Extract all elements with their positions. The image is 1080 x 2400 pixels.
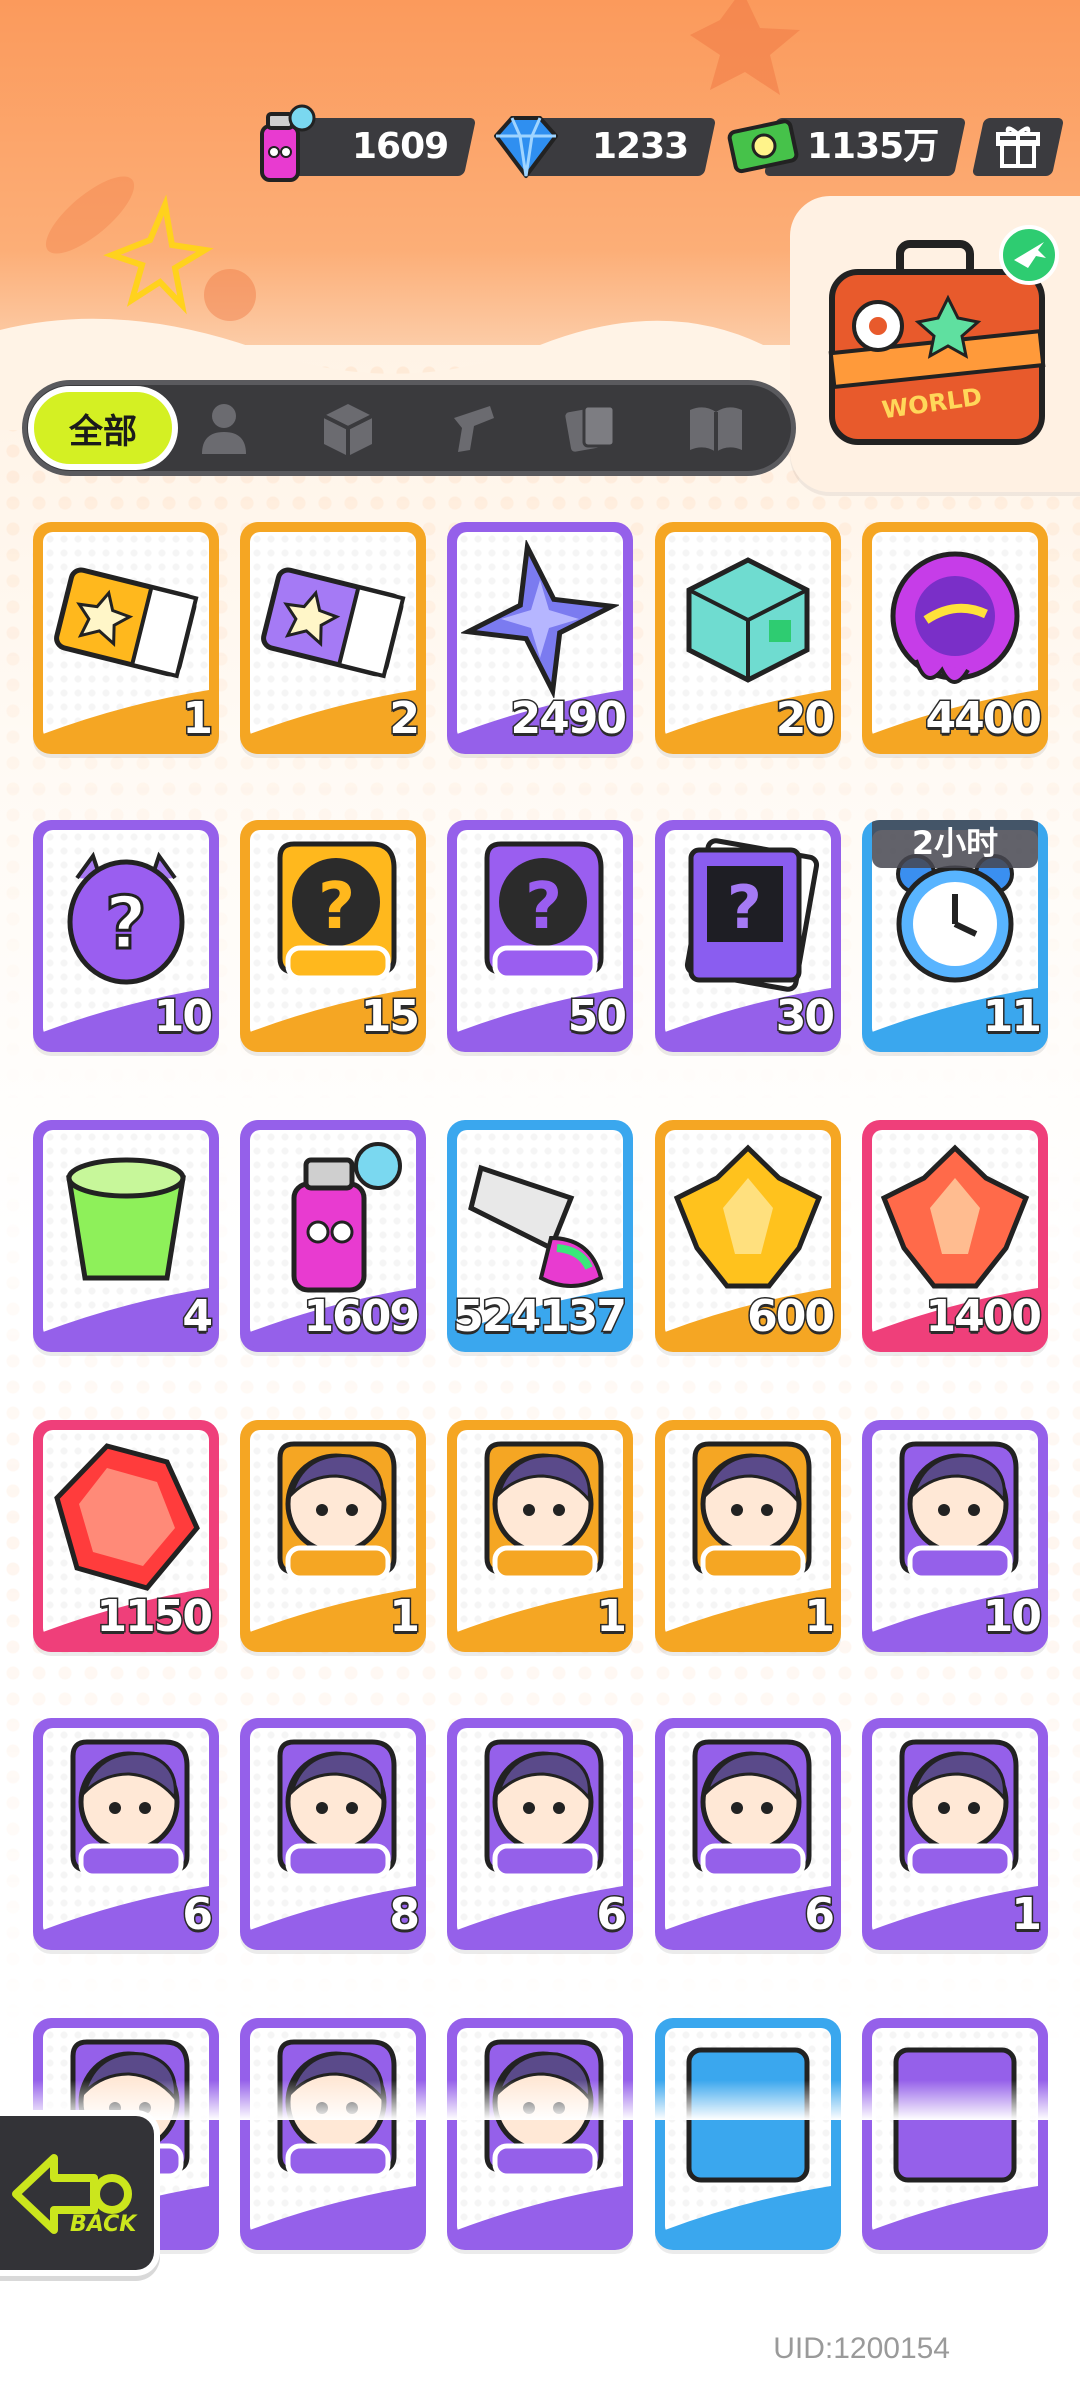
item-card-deity-goggles[interactable]: 6 <box>33 1718 219 1950</box>
item-card-deity-lilac-hair[interactable]: 1 <box>862 1718 1048 1950</box>
svg-text:?: ? <box>105 881 147 965</box>
currency-spray-value: 1609 <box>351 126 448 167</box>
item-card-paint-tube[interactable]: 524137 <box>447 1120 633 1352</box>
currency-cash-value: 1135万 <box>806 126 938 167</box>
item-count: 524137 <box>452 1290 629 1344</box>
plane-badge-icon <box>999 225 1059 285</box>
item-card-red-crystal[interactable]: 1400 <box>862 1120 1048 1352</box>
item-count: 6 <box>181 1888 215 1942</box>
item-count: 1609 <box>302 1290 421 1344</box>
item-count: 1 <box>1010 1888 1044 1942</box>
item-count: 2490 <box>509 692 628 746</box>
tab-all-label: 全部 <box>69 411 137 452</box>
item-count: 10 <box>981 1590 1043 1644</box>
item-count: 10 <box>152 990 214 1044</box>
item-card-deity-dark-hair[interactable]: 6 <box>447 1718 633 1950</box>
item-card-card-partial-4[interactable] <box>655 2018 841 2250</box>
item-card-mystery-egg[interactable]: ? 10 <box>33 820 219 1052</box>
person-icon[interactable] <box>192 396 256 460</box>
item-card-deity-glasses[interactable]: 6 <box>655 1718 841 1950</box>
item-count: 6 <box>595 1888 629 1942</box>
item-count: 1 <box>388 1590 422 1644</box>
item-count: 11 <box>981 990 1043 1044</box>
svg-text:?: ? <box>525 870 562 944</box>
card-stack-icon[interactable] <box>560 396 624 460</box>
item-card-blue-star-gem[interactable]: 2490 <box>447 522 633 754</box>
currency-diamond-value: 1233 <box>591 126 688 167</box>
svg-text:?: ? <box>318 870 355 944</box>
item-count: 6 <box>803 1888 837 1942</box>
back-button[interactable]: BACK <box>0 2110 160 2276</box>
uid-label: UID:1200154 <box>773 2332 950 2365</box>
gift-box-icon <box>996 126 1040 168</box>
back-label: BACK <box>70 2212 137 2237</box>
item-card-gold-mystery-badge[interactable]: ? 15 <box>240 820 426 1052</box>
item-count: 1 <box>595 1590 629 1644</box>
item-card-purple-ticket[interactable]: 2 <box>240 522 426 754</box>
item-card-deity-green-face[interactable]: 8 <box>240 1718 426 1950</box>
item-card-gold-ticket[interactable]: 1 <box>33 522 219 754</box>
item-card-cool-disc[interactable]: 4400 <box>862 522 1048 754</box>
item-card-travel-mystery-card[interactable]: ? 30 <box>655 820 841 1052</box>
item-count: 1400 <box>924 1290 1043 1344</box>
item-count: 30 <box>774 990 836 1044</box>
item-card-gold-crystal[interactable]: 600 <box>655 1120 841 1352</box>
item-count: 50 <box>566 990 628 1044</box>
item-card-card-partial-5[interactable] <box>862 2018 1048 2250</box>
item-count: 1150 <box>95 1590 214 1644</box>
item-card-deity-purple-hair[interactable]: 10 <box>862 1420 1048 1652</box>
item-card-purple-mystery-badge[interactable]: ? 50 <box>447 820 633 1052</box>
item-count: 4 <box>181 1290 215 1344</box>
item-count: 2 <box>388 692 422 746</box>
item-count: 600 <box>746 1290 837 1344</box>
item-count: 15 <box>359 990 421 1044</box>
item-count: 20 <box>774 692 836 746</box>
travel-case-button[interactable]: WORLD <box>790 196 1080 492</box>
item-card-deity-blonde[interactable]: 1 <box>655 1420 841 1652</box>
item-count: 1 <box>181 692 215 746</box>
item-timer: 2小时 <box>872 820 1038 868</box>
item-card-color-block-cube[interactable]: 20 <box>655 522 841 754</box>
item-card-green-drink[interactable]: 4 <box>33 1120 219 1352</box>
item-card-deity-partial-3[interactable] <box>447 2018 633 2250</box>
grid-fade <box>0 2080 1080 2120</box>
item-card-alarm-clock[interactable]: 2小时 11 <box>862 820 1048 1052</box>
spray-can-icon <box>260 104 316 182</box>
item-card-red-gem[interactable]: 1150 <box>33 1420 219 1652</box>
box-icon[interactable] <box>316 396 380 460</box>
item-card-spray-can[interactable]: 1609 <box>240 1120 426 1352</box>
item-count: 1 <box>803 1590 837 1644</box>
item-count: 4400 <box>924 692 1043 746</box>
tab-all[interactable]: 全部 <box>28 386 178 470</box>
cash-icon <box>727 119 799 174</box>
item-card-deity-orange-hair[interactable]: 1 <box>447 1420 633 1652</box>
item-card-deity-partial-2[interactable] <box>240 2018 426 2250</box>
item-card-deity-blue-hair[interactable]: 1 <box>240 1420 426 1652</box>
item-count: 8 <box>388 1888 422 1942</box>
gun-icon[interactable] <box>440 396 504 460</box>
svg-text:?: ? <box>727 873 762 943</box>
book-icon[interactable] <box>684 396 748 460</box>
diamond-icon <box>494 116 558 178</box>
